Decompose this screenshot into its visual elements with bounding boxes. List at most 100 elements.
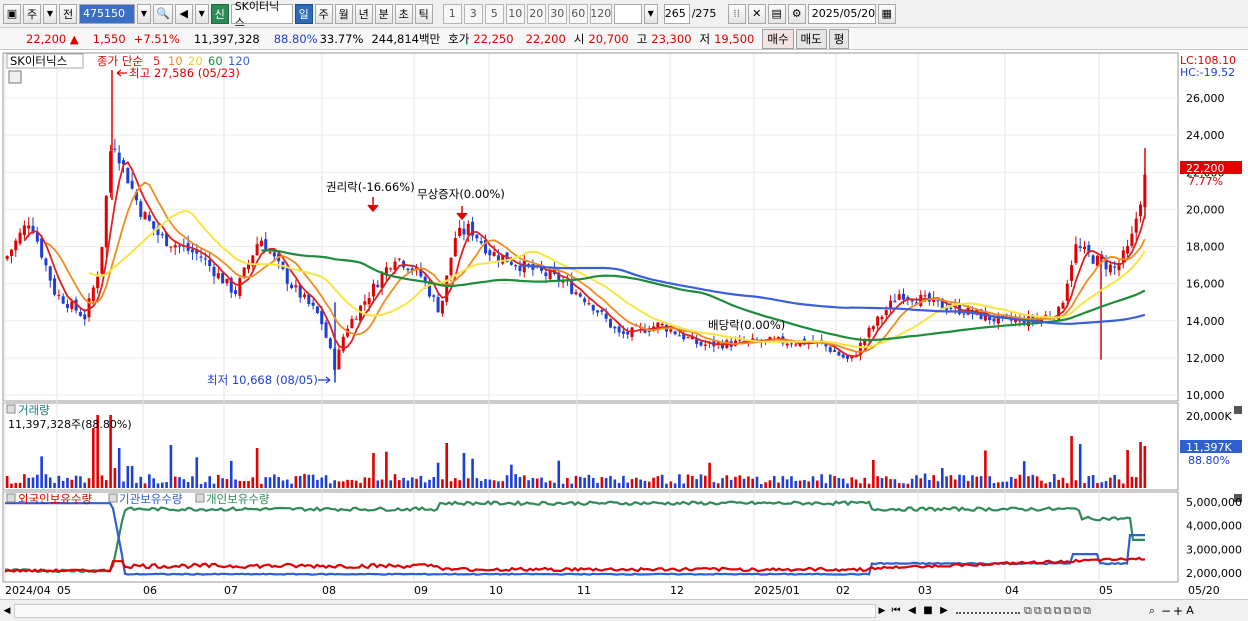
prev-page-icon[interactable]: ◀ xyxy=(904,605,920,616)
candle-body xyxy=(893,300,897,303)
candle-body xyxy=(475,234,479,239)
x-axis-label: 06 xyxy=(143,584,157,597)
font-size-icon[interactable]: A xyxy=(1184,604,1196,617)
speaker-icon[interactable]: ◀ xyxy=(174,3,193,24)
volume-bar xyxy=(234,479,237,488)
speaker-dropdown-icon[interactable]: ▼ xyxy=(194,3,209,24)
table-icon[interactable] xyxy=(8,70,22,84)
layout-icon[interactable]: ▣ xyxy=(3,3,21,24)
x-axis-label: 05/20 xyxy=(1188,584,1220,597)
calendar-icon[interactable]: ▦ xyxy=(877,3,896,24)
search-icon[interactable]: 🔍 xyxy=(153,3,173,24)
volume-bar xyxy=(734,476,737,488)
volume-bar xyxy=(514,474,517,488)
volume-bar xyxy=(1091,475,1095,488)
x-axis-label: 10 xyxy=(489,584,503,597)
tab-month[interactable]: 월 xyxy=(334,3,353,24)
tab-day[interactable]: 일 xyxy=(294,3,313,24)
price-y-tick: 16,000 xyxy=(1186,278,1225,291)
tab-year[interactable]: 년 xyxy=(354,3,373,24)
candle-body xyxy=(1078,246,1082,248)
period-dropdown-icon[interactable]: ▼ xyxy=(43,3,57,24)
tab-second[interactable]: 초 xyxy=(394,3,413,24)
custom-period-dropdown-icon[interactable]: ▼ xyxy=(643,3,658,24)
stock-code-input[interactable]: 475150 xyxy=(79,3,135,24)
candle-body xyxy=(677,335,681,337)
period-3[interactable]: 3 xyxy=(463,3,483,24)
candle-body xyxy=(458,227,462,236)
period-30[interactable]: 30 xyxy=(547,3,567,24)
volume-bar xyxy=(354,480,358,488)
stock-label: SK이터닉스 xyxy=(10,54,67,68)
period-10[interactable]: 10 xyxy=(505,3,525,24)
period-1[interactable]: 1 xyxy=(442,3,462,24)
price-y-tick: 14,000 xyxy=(1186,315,1225,328)
volume-bar xyxy=(923,473,927,488)
volume-bar xyxy=(100,475,104,488)
legend-institution-handle[interactable] xyxy=(108,493,118,503)
custom-period-input[interactable] xyxy=(613,3,642,24)
volume-close-icon[interactable] xyxy=(1234,406,1242,414)
cross-icon[interactable]: ✕ xyxy=(747,3,766,24)
volume-bar xyxy=(376,480,380,488)
top-toolbar: ▣ 주 ▼ 전 475150 ▼ 🔍 ◀ ▼ 신 SK이터닉스 일 주 월 년 … xyxy=(0,0,1248,29)
period-120[interactable]: 120 xyxy=(589,3,612,24)
volume-bar xyxy=(876,476,879,488)
gear-icon[interactable]: ⚙ xyxy=(787,3,806,24)
volume-bar xyxy=(1104,481,1108,488)
zoom-icon[interactable]: ⌕ xyxy=(1144,604,1160,618)
candle-body xyxy=(466,223,470,236)
count-input[interactable]: 265 xyxy=(663,3,690,24)
holding-y-tick: 5,000,000 xyxy=(1186,496,1242,509)
volume-bar xyxy=(126,466,130,488)
scroll-left-icon[interactable]: ◀ xyxy=(0,606,14,616)
volume-bar xyxy=(492,480,496,488)
candle-body xyxy=(83,314,87,320)
print-icon[interactable]: ▤ xyxy=(767,3,786,24)
grid-icon[interactable]: ⁞⁞ xyxy=(727,3,746,24)
stop-icon[interactable]: ■ xyxy=(920,605,936,616)
volume-bar xyxy=(790,476,793,488)
next-page-icon[interactable]: ▶ xyxy=(936,605,952,616)
candle-body xyxy=(1083,246,1087,250)
sell-button[interactable]: 매도 xyxy=(795,28,827,49)
scrollbar-track[interactable] xyxy=(14,603,876,618)
volume-bar xyxy=(264,477,268,488)
zoom-slider[interactable] xyxy=(956,608,1020,614)
volume-bar xyxy=(660,474,664,488)
tab-tick[interactable]: 틱 xyxy=(414,3,433,24)
tab-minute[interactable]: 분 xyxy=(374,3,393,24)
volume-bar xyxy=(1109,477,1112,488)
volume-bar xyxy=(928,479,931,488)
period-5[interactable]: 5 xyxy=(484,3,504,24)
volume-bar xyxy=(686,474,690,488)
tool-icons[interactable]: ⧉⧉⧉⧉⧉⧉⧉ xyxy=(1024,604,1144,618)
holding-panel-handle[interactable] xyxy=(6,493,16,503)
period-button[interactable]: 주 xyxy=(23,3,41,24)
zoom-out-icon[interactable]: − xyxy=(1160,604,1172,618)
volume-panel-handle[interactable] xyxy=(6,404,16,414)
volume-bar xyxy=(643,480,647,488)
volume-bar xyxy=(557,460,561,488)
candle-body xyxy=(337,349,341,370)
buy-button[interactable]: 매수 xyxy=(762,28,794,49)
average-button[interactable]: 평 xyxy=(828,28,850,49)
scroll-right-icon[interactable]: ▶ xyxy=(876,606,888,616)
prev-button[interactable]: 전 xyxy=(59,3,77,24)
candle-body xyxy=(889,300,893,308)
legend-institution: 기관보유수량 xyxy=(119,492,183,506)
volume-bar xyxy=(208,476,211,488)
period-20[interactable]: 20 xyxy=(526,3,546,24)
zoom-in-icon[interactable]: + xyxy=(1172,604,1184,618)
volume-bar xyxy=(23,474,26,488)
period-60[interactable]: 60 xyxy=(568,3,588,24)
legend-individual-handle[interactable] xyxy=(195,493,205,503)
tab-week[interactable]: 주 xyxy=(314,3,333,24)
chart-svg[interactable]: 2024/04 05 06 07 08 09 10 11 12 2025/01 02 03 04 05 05… xyxy=(0,51,1248,599)
first-page-icon[interactable]: ⏮ xyxy=(888,605,904,616)
date-input[interactable]: 2025/05/20 xyxy=(807,3,876,24)
candle-body xyxy=(479,241,483,244)
chart-area[interactable]: 2024/04 05 06 07 08 09 10 11 12 2025/01 02 03 04 05 05… xyxy=(0,51,1248,599)
volume-bar xyxy=(337,481,341,488)
stock-code-dropdown-icon[interactable]: ▼ xyxy=(137,3,151,24)
